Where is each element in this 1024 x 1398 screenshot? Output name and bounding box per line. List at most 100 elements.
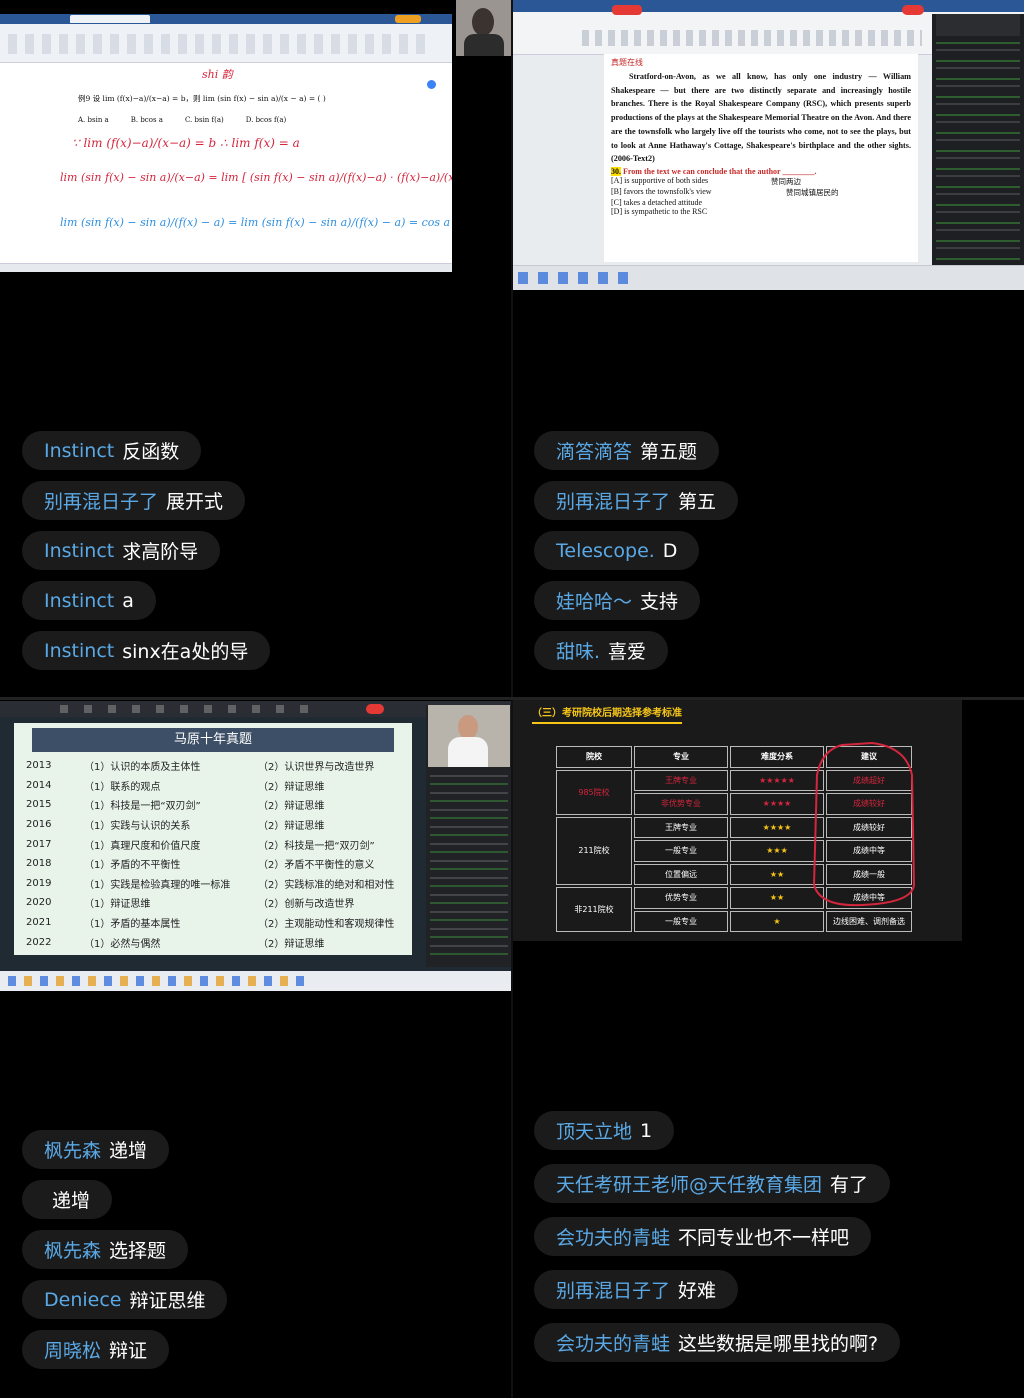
major-cell: 非优势专业 xyxy=(634,793,728,815)
topic-cell: （2）辩证思维 xyxy=(258,938,325,950)
video-tile-math: 例9 设 lim (f(x)−a)/(x−a) = b，则 lim (sin f… xyxy=(0,0,512,699)
topic-cell: （2）主观能动性和客观规律性 xyxy=(258,919,395,931)
shared-screen-ppt: 马原十年真题 2013 （1）认识的本质及主体性 （2）认识世界与改造世界 2014 （… xyxy=(0,701,512,991)
teacher-video xyxy=(428,705,510,767)
topic-cell: （1）实践与认识的关系 xyxy=(84,821,191,833)
answer-option-a-text: [A] is supportive of both sides xyxy=(611,175,709,185)
year-cell: 2019 xyxy=(26,877,52,889)
chat-username: Instinct xyxy=(44,439,115,462)
chat-list: 滴答滴答 第五题 别再混日子了 第五 Telescope. D 娃哈哈～ 支持 甜味. 喜… xyxy=(534,431,739,670)
school-cell: 211院校 xyxy=(556,816,632,885)
major-cell: 王牌专业 xyxy=(634,816,728,838)
chat-username: Instinct xyxy=(44,639,115,662)
advice-cell: 边线困难、调剂备选 xyxy=(826,910,912,932)
year-cell: 2018 xyxy=(26,858,52,870)
ink-line-1: ∵ lim (f(x)−a)/(x−a) = b ∴ lim f(x) = a xyxy=(72,136,300,150)
chat-message: 周晓松 辩证 xyxy=(22,1330,170,1369)
table-row: 2017 （1）真理尺度和价值尺度 （2）科技是一把“双刃剑” xyxy=(22,834,398,854)
wps-toolbar xyxy=(0,14,452,63)
side-panel xyxy=(426,705,512,967)
chat-text: 展开式 xyxy=(166,491,224,513)
chat-list: 顶天立地 1 天任考研王老师@天任教育集团 有了 会功夫的青蛙 不同专业也不一样吧 别… xyxy=(534,1111,901,1362)
table-row: 2014 （1）联系的观点 （2）辩证思维 xyxy=(22,776,398,796)
topic-cell: （2）科技是一把“双刃剑” xyxy=(258,840,375,852)
chat-message: Instinct 求高阶导 xyxy=(22,531,221,570)
chat-username: 别再混日子了 xyxy=(556,1280,671,1302)
chat-text: 支持 xyxy=(640,591,679,613)
shared-screen-english: 真题在线 Stratford-on-Avon, as we all know, … xyxy=(512,0,1024,290)
chat-username: 会功夫的青蛙 xyxy=(556,1333,671,1355)
question-number: 30. xyxy=(611,166,621,176)
shared-screen-math: 例9 设 lim (f(x)−a)/(x−a) = b，则 lim (sin f… xyxy=(0,14,452,272)
chat-username: 别再混日子了 xyxy=(556,491,671,513)
answer-option-c: [C] takes a detached attitude xyxy=(611,197,703,207)
ink-line-3: lim (sin f(x) − sin a)/(f(x) − a) = lim … xyxy=(60,216,451,229)
question: 30. From the text we can conclude that t… xyxy=(611,166,911,176)
year-cell: 2017 xyxy=(26,838,52,850)
chat-text: 喜爱 xyxy=(608,641,647,663)
table-row: 2015 （1）科技是一把“双刃剑” （2）辩证思维 xyxy=(22,795,398,815)
chat-message: Instinct 反函数 xyxy=(22,431,202,470)
option-c: C. bsin f(a) xyxy=(184,116,224,124)
option-d: D. bcos f(a) xyxy=(245,116,287,124)
document-page: 真题在线 Stratford-on-Avon, as we all know, … xyxy=(604,54,918,262)
header-school: 院校 xyxy=(556,746,632,768)
chat-message: 甜味. 喜爱 xyxy=(534,631,669,670)
slide-title-bar: 马原十年真题 xyxy=(32,728,394,752)
answer-option-d: [D] is sympathetic to the RSC xyxy=(611,206,708,216)
chat-text: 求高阶导 xyxy=(122,541,199,563)
chat-username: 枫先森 xyxy=(44,1240,102,1262)
answer-option-a: [A] is supportive of both sides 赞同两边 xyxy=(611,176,911,187)
pdf-page: 例9 设 lim (f(x)−a)/(x−a) = b，则 lim (sin f… xyxy=(12,66,452,262)
ink-oval xyxy=(812,741,916,907)
grid-divider-horizontal xyxy=(0,697,1024,700)
chat-username: 顶天立地 xyxy=(556,1121,633,1143)
math-problem: 例9 设 lim (f(x)−a)/(x−a) = b，则 lim (sin f… xyxy=(78,94,326,103)
chat-message: 会功夫的青蛙 这些数据是哪里找的啊? xyxy=(534,1323,901,1362)
ink-line-2: lim (sin f(x) − sin a)/(x−a) = lim [ (si… xyxy=(60,171,452,184)
table-row: 2016 （1）实践与认识的关系 （2）辩证思维 xyxy=(22,815,398,835)
table-row: 2020 （1）辩证思维 （2）创新与改造世界 xyxy=(22,893,398,913)
video-tile-school: （三）考研院校后期选择参考标准 院校 专业 难度分系 建议 985院校 王牌专业 ★… xyxy=(512,699,1024,1398)
table-row: 2021 （1）矛盾的基本属性 （2）主观能动性和客观规律性 xyxy=(22,913,398,933)
chat-text: 第五 xyxy=(678,491,717,513)
major-cell: 一般专业 xyxy=(634,840,728,862)
chat-text: sinx在a处的导 xyxy=(122,641,249,663)
topic-cell: （1）联系的观点 xyxy=(84,781,161,793)
chat-message: 枫先森 递增 xyxy=(22,1130,170,1169)
major-cell: 优势专业 xyxy=(634,887,728,909)
chat-message: Instinct a xyxy=(22,581,156,620)
topic-cell: （1）科技是一把“双刃剑” xyxy=(84,801,201,813)
chat-username: Instinct xyxy=(44,539,115,562)
year-cell: 2015 xyxy=(26,799,52,811)
note-a: 赞同两边 xyxy=(771,176,801,186)
taskbar xyxy=(0,971,512,991)
chat-message: 滴答滴答 第五题 xyxy=(534,431,720,470)
chat-text: 选择题 xyxy=(109,1240,167,1262)
year-cell: 2014 xyxy=(26,779,52,791)
topic-cell: （1）辩证思维 xyxy=(84,899,151,911)
chat-username: 周晓松 xyxy=(44,1340,102,1362)
chat-text: 辩证思维 xyxy=(129,1290,206,1312)
chat-text: 辩证 xyxy=(109,1340,148,1362)
table-row: 2013 （1）认识的本质及主体性 （2）认识世界与改造世界 xyxy=(22,756,398,776)
slide-title: 马原十年真题 xyxy=(173,732,252,747)
year-cell: 2021 xyxy=(26,917,52,929)
status-bar xyxy=(0,263,452,272)
answer-option-b-text: [B] favors the townsfolk's view xyxy=(611,186,712,196)
slide-heading: （三）考研院校后期选择参考标准 xyxy=(532,704,682,724)
topic-cell: （2）认识世界与改造世界 xyxy=(258,762,375,774)
topic-cell: （1）矛盾的基本属性 xyxy=(84,919,181,931)
chat-text: 递增 xyxy=(52,1190,91,1212)
chat-text: 不同专业也不一样吧 xyxy=(678,1227,850,1249)
chat-username: 别再混日子了 xyxy=(44,491,159,513)
chat-list: Instinct 反函数 别再混日子了 展开式 Instinct 求高阶导 Insti… xyxy=(22,431,271,670)
chat-username: Deniece xyxy=(44,1288,122,1311)
chat-message: 别再混日子了 第五 xyxy=(534,481,739,520)
comments-panel xyxy=(932,14,1024,266)
topic-cell: （1）真理尺度和价值尺度 xyxy=(84,840,201,852)
option-b: B. bcos a xyxy=(130,116,163,124)
answer-option-b: [B] favors the townsfolk's view 赞同城镇居民的 xyxy=(611,187,911,198)
chat-text: D xyxy=(662,539,678,562)
tenyear-table: 2013 （1）认识的本质及主体性 （2）认识世界与改造世界 2014 （1）联系的观点… xyxy=(22,756,398,952)
